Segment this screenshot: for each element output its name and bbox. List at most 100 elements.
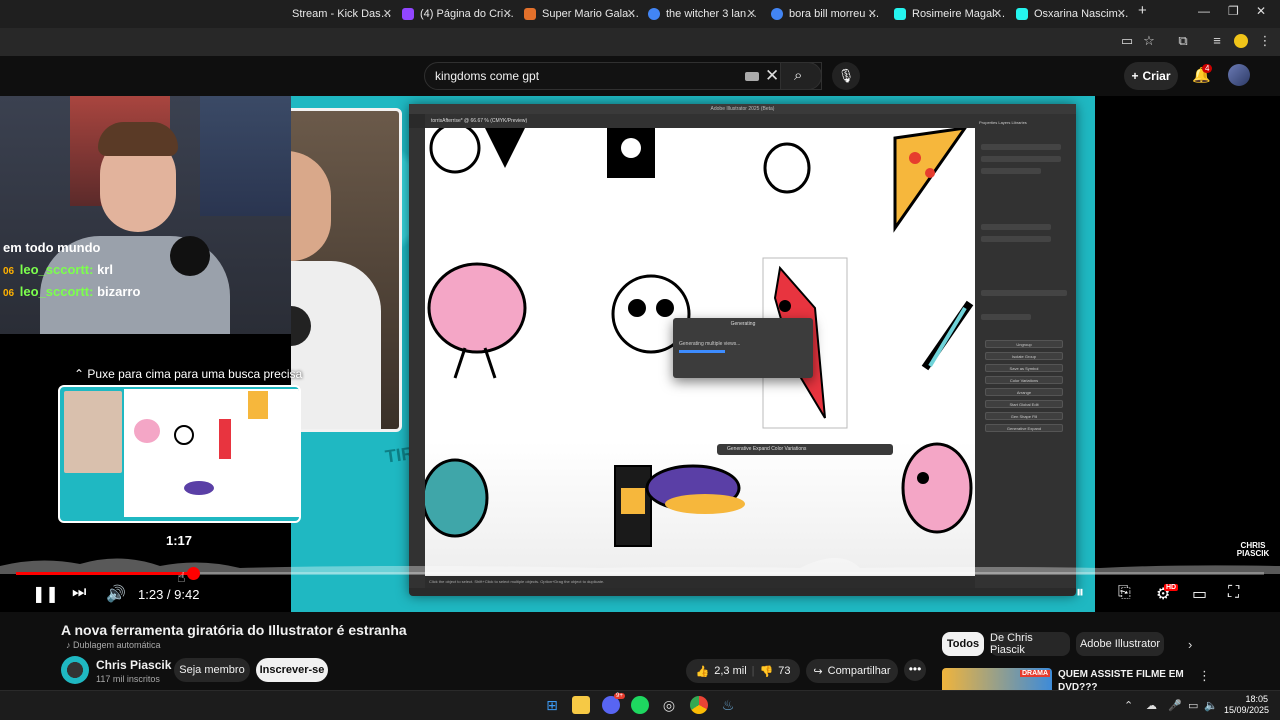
generating-dialog: Generating Generating multiple views... <box>673 318 813 378</box>
volume-tray-icon[interactable]: 🔈 <box>1204 699 1218 712</box>
recommended-more-icon[interactable]: ⋮ <box>1198 668 1211 684</box>
search-input[interactable]: kingdoms come gpt <box>435 69 539 83</box>
progress-played <box>16 572 194 575</box>
close-tab-icon[interactable]: ✕ <box>747 7 756 20</box>
close-tab-icon[interactable]: ✕ <box>627 7 636 20</box>
volume-button[interactable]: 🔊 <box>106 584 126 604</box>
more-actions-button[interactable]: ••• <box>904 659 926 681</box>
close-tab-icon[interactable]: ✕ <box>503 7 512 20</box>
recommended-thumbnail[interactable]: DRAMA <box>942 668 1052 690</box>
subtitles-button[interactable]: ⎘ <box>1118 584 1131 602</box>
steam-icon[interactable]: ♨ <box>719 696 737 714</box>
tab-kick[interactable]: Stream - Kick Dashbo ✕ <box>292 2 396 26</box>
thumbs-up-icon[interactable]: 👍 <box>696 665 710 678</box>
ungroup-action: Ungroup <box>985 340 1063 348</box>
like-dislike-group: 👍 2,3 mil | 👎 73 <box>686 659 800 683</box>
filter-chip-illustrator[interactable]: Adobe Illustrator <box>1076 632 1164 656</box>
subscribe-button[interactable]: Inscrever-se <box>256 658 328 682</box>
like-count[interactable]: 2,3 mil <box>714 665 746 677</box>
dubbing-label: ♪ Dublagem automática <box>66 640 161 650</box>
swipe-up-hint: ⌃ Puxe para cima para uma busca precisa <box>74 367 303 381</box>
illustrator-canvas: Generating Generating multiple views... … <box>425 128 975 576</box>
network-icon[interactable]: ▭ <box>1188 699 1198 712</box>
onedrive-icon[interactable]: ☁ <box>1146 699 1157 712</box>
close-window-button[interactable]: ✕ <box>1256 4 1266 18</box>
dialog-message: Generating multiple views... <box>679 341 741 347</box>
progress-bar[interactable] <box>16 567 1264 580</box>
close-tab-icon[interactable]: ✕ <box>868 7 877 20</box>
windows-start-icon[interactable]: ⊞ <box>543 696 561 714</box>
create-button[interactable]: + Criar <box>1124 62 1178 90</box>
video-player[interactable]: TIRED OF Adobe Illustrator 2025 (Beta) t… <box>0 96 1280 612</box>
tab-twitch[interactable]: (4) Página do Criador ✕ <box>402 2 516 26</box>
filter-chip-channel[interactable]: De Chris Piascik <box>990 632 1070 656</box>
recommended-title[interactable]: QUEM ASSISTE FILME EM DVD??? <box>1058 668 1188 690</box>
chat-message: em todo mundo <box>3 240 101 255</box>
progress-scrubber[interactable] <box>187 567 201 580</box>
tab-witcher[interactable]: the witcher 3 lançam ✕ <box>648 2 760 26</box>
autoplay-toggle[interactable]: ⏸ <box>1076 584 1084 602</box>
youtube-header: kingdoms come gpt ✕ ⌕ 🎙 + Criar 🔔 4 <box>0 56 1280 96</box>
mic-tray-icon[interactable]: 🎤 <box>1168 699 1182 712</box>
creator-face <box>291 151 331 261</box>
channel-avatar[interactable] <box>61 656 89 684</box>
chat-message: 06 leo_sccortt: krl <box>3 262 113 277</box>
panel-tabs: Properties Layers Libraries <box>979 120 1027 125</box>
seek-preview-thumbnail <box>58 385 301 523</box>
channel-name[interactable]: Chris Piascik <box>96 658 171 672</box>
search-icon: ⌕ <box>794 67 803 84</box>
new-tab-button[interactable]: + <box>1138 2 1147 19</box>
close-tab-icon[interactable]: ✕ <box>383 7 392 20</box>
close-tab-icon[interactable]: ✕ <box>1117 7 1126 20</box>
share-icon: ↪ <box>813 665 823 678</box>
system-clock[interactable]: 18:05 15/09/2025 <box>1224 694 1269 716</box>
tab-tiktok-1[interactable]: Rosimeire Magalhaes ✕ <box>894 2 1006 26</box>
search-box[interactable]: kingdoms come gpt ✕ <box>424 62 822 90</box>
share-button[interactable]: ↪ Compartilhar <box>806 659 898 683</box>
search-button[interactable]: ⌕ <box>780 62 822 90</box>
illustrator-doc-tab: torrisAfterrise* @ 66.67 % (CMYK/Preview… <box>425 114 975 128</box>
keyboard-icon[interactable] <box>745 72 759 81</box>
chrome-icon[interactable] <box>690 696 708 714</box>
bookmark-star-icon[interactable]: ☆ <box>1142 34 1156 48</box>
join-button[interactable]: Seja membro <box>174 658 250 682</box>
theater-mode-button[interactable]: ▭ <box>1192 584 1207 604</box>
obs-icon[interactable]: ◎ <box>660 696 678 714</box>
google-icon <box>771 8 783 20</box>
restore-button[interactable]: ❐ <box>1228 4 1239 18</box>
dialog-title: Generating <box>730 321 756 327</box>
chevron-right-icon[interactable]: › <box>1188 637 1192 652</box>
extensions-icon[interactable]: ⧉ <box>1176 34 1190 48</box>
tab-bill[interactable]: bora bill morreu - Pe ✕ <box>771 2 881 26</box>
next-button[interactable]: ⏭ <box>72 584 86 602</box>
clear-search-icon[interactable]: ✕ <box>765 66 779 86</box>
hand-cursor-icon: ☝ <box>177 569 186 585</box>
close-tab-icon[interactable]: ✕ <box>993 7 1002 20</box>
microphone-icon: 🎙 <box>837 68 855 83</box>
contextual-taskbar: Generative Expand Color Variations <box>717 444 893 455</box>
spotify-icon[interactable] <box>631 696 649 714</box>
pause-button[interactable]: ❚❚ <box>32 584 59 604</box>
tiktok-icon <box>894 8 906 20</box>
fullscreen-button[interactable]: ⛶ <box>1228 584 1239 602</box>
twitch-icon <box>402 8 414 20</box>
plus-icon: + <box>1131 69 1139 83</box>
tab-mario[interactable]: Super Mario Galaxy™ ✕ <box>524 2 640 26</box>
thumbnail-label: DRAMA <box>1020 670 1051 677</box>
reading-list-icon[interactable]: ≡ <box>1210 34 1224 48</box>
tab-tiktok-2[interactable]: Osxarina Nascimento ✕ <box>1016 2 1130 26</box>
menu-kebab-icon[interactable]: ⋮ <box>1258 34 1272 48</box>
preview-creator <box>64 391 122 473</box>
profile-avatar-icon[interactable] <box>1234 34 1248 48</box>
cast-icon[interactable]: ▭ <box>1120 34 1134 48</box>
filter-chip-all[interactable]: Todos <box>942 632 984 656</box>
voice-search-button[interactable]: 🎙 <box>832 62 860 90</box>
file-explorer-icon[interactable] <box>572 696 590 714</box>
tray-chevron-icon[interactable]: ⌃ <box>1124 699 1133 712</box>
account-avatar[interactable] <box>1228 64 1250 86</box>
thumbs-down-icon[interactable]: 👎 <box>760 665 774 678</box>
subscriber-badge: 06 <box>3 266 15 277</box>
minimize-button[interactable]: — <box>1198 4 1210 18</box>
save-symbol-action: Save as Symbol <box>985 364 1063 372</box>
google-icon <box>648 8 660 20</box>
